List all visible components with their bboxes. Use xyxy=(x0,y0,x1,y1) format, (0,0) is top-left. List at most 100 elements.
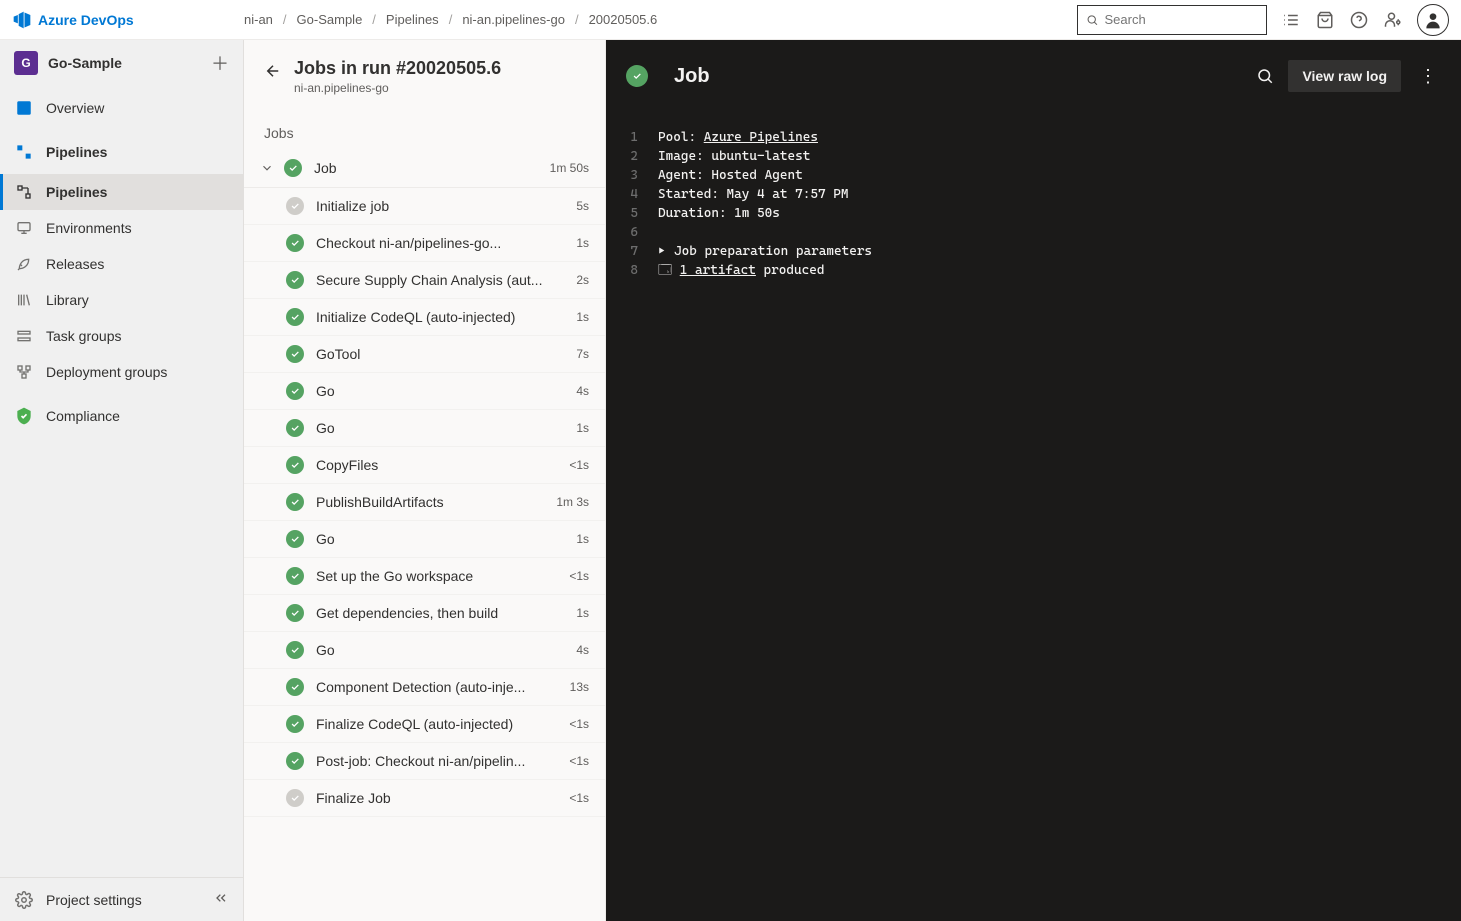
status-success-icon xyxy=(286,345,304,363)
status-success-icon xyxy=(286,715,304,733)
status-success-icon xyxy=(286,493,304,511)
sidebar-item-overview[interactable]: Overview xyxy=(0,86,243,130)
step-row[interactable]: Finalize CodeQL (auto-injected)<1s xyxy=(244,706,605,743)
step-time: <1s xyxy=(569,754,589,768)
artifact-link[interactable]: 1 artifact xyxy=(680,263,756,278)
step-row[interactable]: Component Detection (auto-inje...13s xyxy=(244,669,605,706)
step-row[interactable]: Secure Supply Chain Analysis (aut...2s xyxy=(244,262,605,299)
sidebar-subitem-label: Library xyxy=(46,292,89,308)
step-row[interactable]: Post-job: Checkout ni-an/pipelin...<1s xyxy=(244,743,605,780)
back-button[interactable] xyxy=(264,62,282,80)
view-raw-log-button[interactable]: View raw log xyxy=(1288,60,1401,92)
sidebar-subitem-task-groups[interactable]: Task groups xyxy=(0,318,243,354)
log-line-number: 2 xyxy=(606,147,658,166)
sidebar-subitem-label: Releases xyxy=(46,256,104,272)
sidebar-subitem-releases[interactable]: Releases xyxy=(0,246,243,282)
step-name: Post-job: Checkout ni-an/pipelin... xyxy=(316,753,569,769)
sidebar-subitem-pipelines[interactable]: Pipelines xyxy=(0,174,243,210)
brand-label: Azure DevOps xyxy=(38,12,134,28)
step-name: Go xyxy=(316,383,576,399)
breadcrumb-item[interactable]: 20020505.6 xyxy=(589,12,658,27)
search-icon[interactable] xyxy=(1256,67,1274,85)
search-box[interactable] xyxy=(1077,5,1267,35)
brand-logo[interactable]: Azure DevOps xyxy=(12,10,244,30)
step-name: Go xyxy=(316,531,576,547)
step-name: Set up the Go workspace xyxy=(316,568,569,584)
sidebar-subitem-label: Pipelines xyxy=(46,184,107,200)
marketplace-icon[interactable] xyxy=(1315,10,1335,30)
step-time: <1s xyxy=(569,569,589,583)
step-time: 5s xyxy=(576,199,589,213)
step-row[interactable]: Go4s xyxy=(244,632,605,669)
log-line: 1Pool: Azure Pipelines xyxy=(606,128,1461,147)
sidebar-item-compliance[interactable]: Compliance xyxy=(0,394,243,438)
step-name: Initialize job xyxy=(316,198,576,214)
step-row[interactable]: Go4s xyxy=(244,373,605,410)
step-name: Finalize CodeQL (auto-injected) xyxy=(316,716,569,732)
log-line-number: 3 xyxy=(606,166,658,185)
step-row[interactable]: PublishBuildArtifacts1m 3s xyxy=(244,484,605,521)
sidebar-item-label: Overview xyxy=(46,100,104,116)
jobs-panel: Jobs in run #20020505.6 ni-an.pipelines-… xyxy=(244,40,606,921)
avatar[interactable] xyxy=(1417,4,1449,36)
status-success-icon xyxy=(286,678,304,696)
log-line-content: Pool: Azure Pipelines xyxy=(658,128,1461,147)
pipelines-icon xyxy=(14,182,34,202)
log-line: 7▸Job preparation parameters xyxy=(606,242,1461,261)
shield-icon xyxy=(14,406,34,426)
help-icon[interactable] xyxy=(1349,10,1369,30)
search-icon xyxy=(1086,13,1099,27)
step-row[interactable]: Go1s xyxy=(244,410,605,447)
step-row[interactable]: Get dependencies, then build1s xyxy=(244,595,605,632)
project-header[interactable]: G Go-Sample ＋ xyxy=(0,40,243,86)
step-time: <1s xyxy=(569,791,589,805)
status-success-icon xyxy=(286,752,304,770)
step-name: Checkout ni-an/pipelines-go... xyxy=(316,235,576,251)
step-row[interactable]: Checkout ni-an/pipelines-go...1s xyxy=(244,225,605,262)
azure-devops-icon xyxy=(12,10,32,30)
step-row[interactable]: Go1s xyxy=(244,521,605,558)
step-time: 13s xyxy=(570,680,589,694)
status-success-icon xyxy=(286,382,304,400)
add-icon[interactable]: ＋ xyxy=(211,50,229,76)
breadcrumb-item[interactable]: Pipelines xyxy=(386,12,439,27)
breadcrumb-item[interactable]: Go-Sample xyxy=(297,12,363,27)
step-time: 1s xyxy=(576,421,589,435)
step-row[interactable]: Finalize Job<1s xyxy=(244,780,605,817)
log-link[interactable]: Azure Pipelines xyxy=(704,130,818,145)
chevron-down-icon xyxy=(260,161,274,175)
user-settings-icon[interactable] xyxy=(1383,10,1403,30)
list-icon[interactable] xyxy=(1281,10,1301,30)
step-row[interactable]: GoTool7s xyxy=(244,336,605,373)
step-row[interactable]: Set up the Go workspace<1s xyxy=(244,558,605,595)
log-line: 2Image: ubuntu-latest xyxy=(606,147,1461,166)
log-line: 3Agent: Hosted Agent xyxy=(606,166,1461,185)
status-success-icon xyxy=(286,530,304,548)
step-name: Initialize CodeQL (auto-injected) xyxy=(316,309,576,325)
breadcrumb-item[interactable]: ni-an.pipelines-go xyxy=(462,12,565,27)
job-group-row[interactable]: Job 1m 50s xyxy=(244,149,605,188)
project-settings[interactable]: Project settings xyxy=(0,877,243,921)
sidebar-item-pipelines[interactable]: Pipelines xyxy=(0,130,243,174)
step-time: <1s xyxy=(569,458,589,472)
more-menu-icon[interactable]: ⋮ xyxy=(1415,66,1441,87)
search-input[interactable] xyxy=(1105,12,1259,27)
sidebar-subitem-deployment-groups[interactable]: Deployment groups xyxy=(0,354,243,390)
step-time: 1m 3s xyxy=(556,495,589,509)
step-row[interactable]: Initialize CodeQL (auto-injected)1s xyxy=(244,299,605,336)
sidebar-subitem-environments[interactable]: Environments xyxy=(0,210,243,246)
breadcrumb-item[interactable]: ni-an xyxy=(244,12,273,27)
status-success-icon xyxy=(286,419,304,437)
step-row[interactable]: Initialize job5s xyxy=(244,188,605,225)
fold-caret-icon[interactable]: ▸ xyxy=(658,242,670,261)
sidebar-subitem-library[interactable]: Library xyxy=(0,282,243,318)
status-neutral-icon xyxy=(286,789,304,807)
step-name: Go xyxy=(316,642,576,658)
log-line-content: Agent: Hosted Agent xyxy=(658,166,1461,185)
step-time: 1s xyxy=(576,310,589,324)
step-name: GoTool xyxy=(316,346,576,362)
collapse-icon[interactable] xyxy=(213,890,229,909)
project-name: Go-Sample xyxy=(48,55,211,71)
sidebar: G Go-Sample ＋ Overview Pipelines Pipelin… xyxy=(0,40,244,921)
step-row[interactable]: CopyFiles<1s xyxy=(244,447,605,484)
